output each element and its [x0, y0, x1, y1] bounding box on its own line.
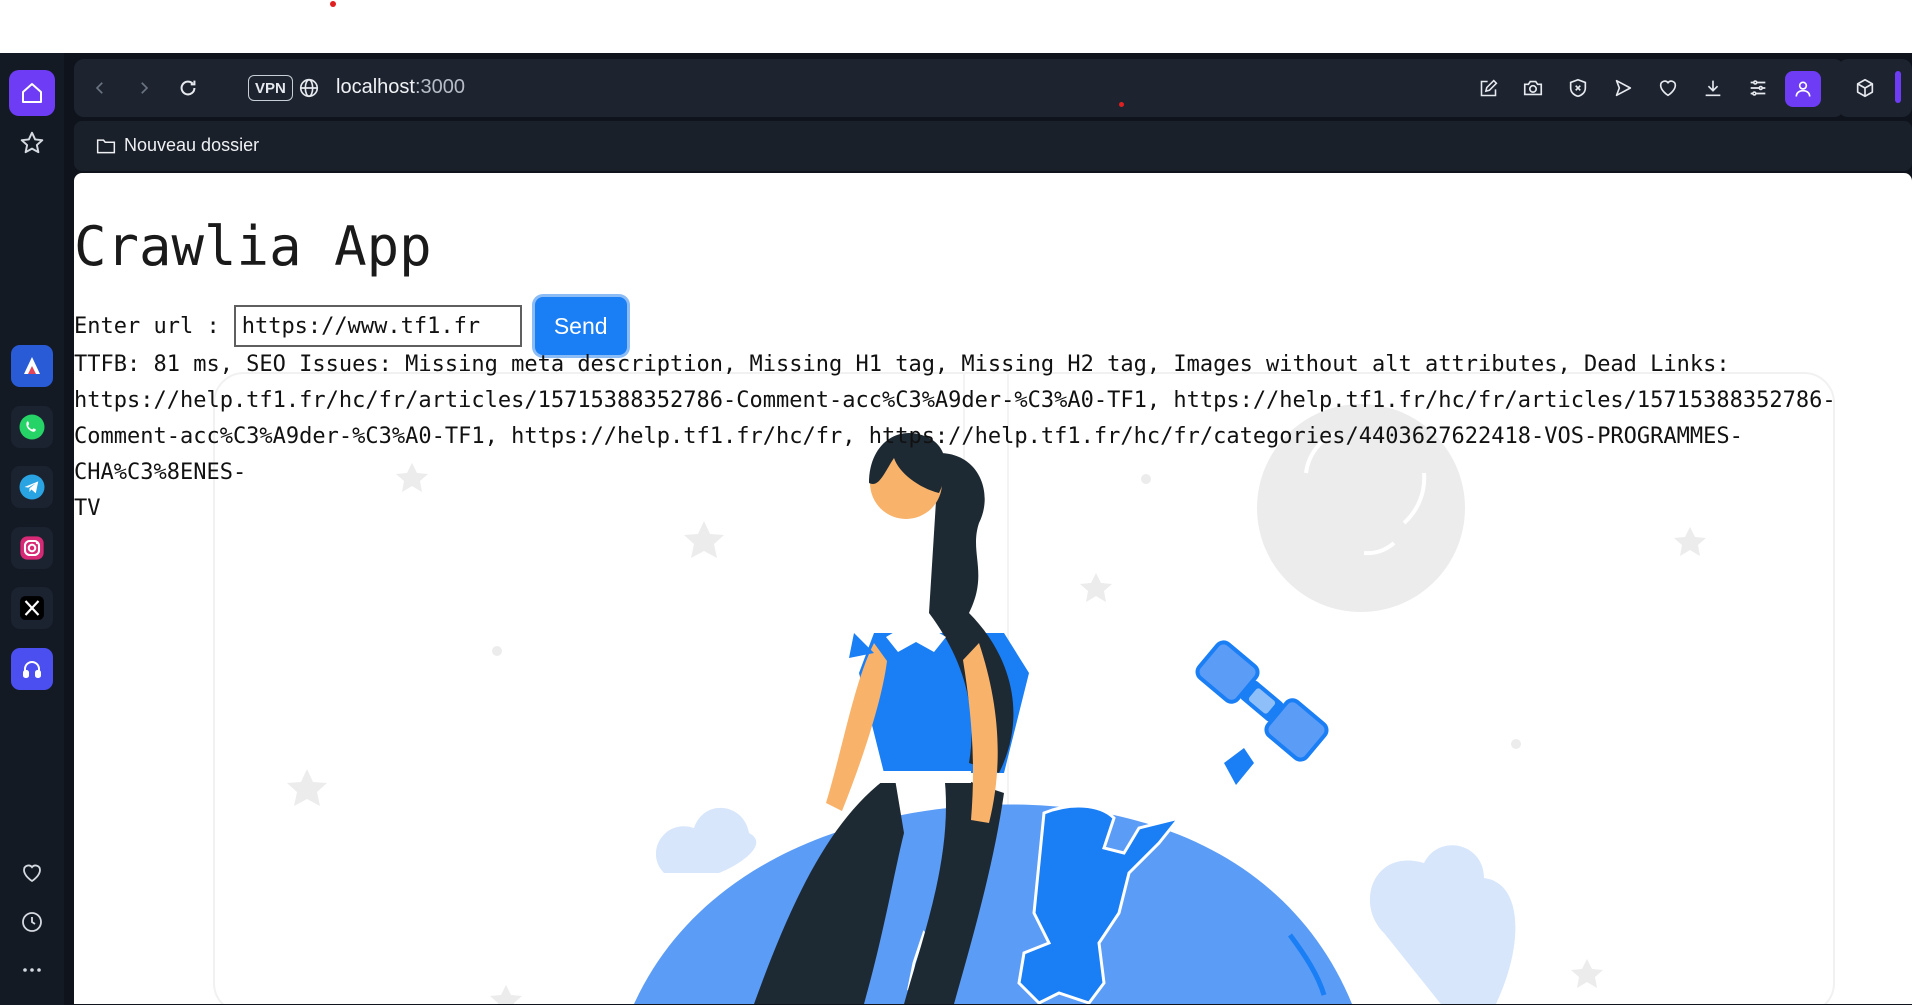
whatsapp-icon [19, 414, 45, 440]
forward-button[interactable] [129, 73, 159, 103]
bookmark-folder[interactable]: Nouveau dossier [96, 135, 259, 156]
url-port: :3000 [414, 76, 465, 98]
sidebar-app-whatsapp[interactable] [11, 406, 53, 448]
edit-button[interactable] [1473, 73, 1503, 103]
star-icon [20, 131, 44, 154]
reload-icon [180, 80, 196, 96]
back-button[interactable] [85, 73, 115, 103]
sidebar-app-instagram[interactable] [11, 527, 53, 569]
x-icon [20, 596, 44, 620]
easy-setup-button[interactable] [1743, 73, 1773, 103]
user-icon [1795, 81, 1811, 97]
sidebar-app-x[interactable] [11, 587, 53, 629]
aria-app-icon [24, 357, 40, 374]
address-bar[interactable]: localhost:3000 [336, 76, 465, 99]
address-toolbar: VPN localhost:3000 [74, 59, 1844, 117]
screen-top-strip [0, 0, 1912, 53]
instagram-icon [20, 536, 44, 560]
telegram-icon [19, 474, 45, 500]
favorites-list-button[interactable] [9, 850, 55, 896]
cursor-dot [330, 1, 336, 7]
site-info-button[interactable] [294, 73, 324, 103]
more-options-button[interactable] [9, 947, 55, 993]
flow-button[interactable] [1608, 73, 1638, 103]
page-viewport: Crawlia App Enter url : Send TTFB: 81 ms… [74, 173, 1912, 1004]
heart-icon [1659, 80, 1677, 97]
bookmarks-bar: Nouveau dossier [74, 121, 1912, 171]
headphones-icon [23, 661, 41, 678]
chevron-left-icon [95, 82, 103, 94]
screenshot-button[interactable] [1518, 73, 1548, 103]
send-arrow-icon [1615, 79, 1632, 97]
download-icon [1705, 80, 1721, 97]
downloads-button[interactable] [1698, 73, 1728, 103]
browser-sidebar [0, 53, 64, 1005]
sidebar-app-aria[interactable] [11, 345, 53, 387]
globe-icon [299, 78, 319, 98]
cursor-dot [1119, 102, 1124, 107]
reload-button[interactable] [173, 73, 203, 103]
sidebar-app-telegram[interactable] [11, 466, 53, 508]
url-input[interactable] [233, 305, 522, 347]
heart-icon [23, 864, 41, 883]
crawl-results-text: TTFB: 81 ms, SEO Issues: Missing meta de… [74, 352, 1836, 521]
vpn-badge[interactable]: VPN [248, 75, 293, 101]
shield-x-icon [1569, 78, 1587, 98]
page-title: Crawlia App [74, 215, 432, 278]
camera-icon [1523, 80, 1543, 96]
folder-icon [96, 138, 116, 153]
more-dots-icon [23, 968, 41, 972]
extensions-button[interactable] [1850, 73, 1880, 103]
bookmark-folder-label: Nouveau dossier [124, 135, 260, 155]
sliders-icon [1750, 80, 1766, 96]
favorites-button[interactable] [9, 120, 55, 166]
sidebar-app-music[interactable] [11, 648, 53, 690]
cube-icon [1856, 78, 1874, 98]
home-icon [22, 83, 42, 103]
pencil-square-icon [1480, 79, 1497, 96]
url-host: localhost [336, 76, 415, 98]
url-label: Enter url : [74, 313, 220, 339]
clock-icon [22, 912, 42, 932]
sidebar-accent-bar [1895, 71, 1901, 103]
home-button[interactable] [9, 70, 55, 116]
history-button[interactable] [9, 899, 55, 945]
chevron-right-icon [141, 82, 149, 94]
my-favorites-button[interactable] [1653, 73, 1683, 103]
profile-button[interactable] [1785, 71, 1821, 107]
adblock-button[interactable] [1563, 73, 1593, 103]
browser-window: VPN localhost:3000 Nouveau dossier Crawl… [0, 53, 1912, 1005]
